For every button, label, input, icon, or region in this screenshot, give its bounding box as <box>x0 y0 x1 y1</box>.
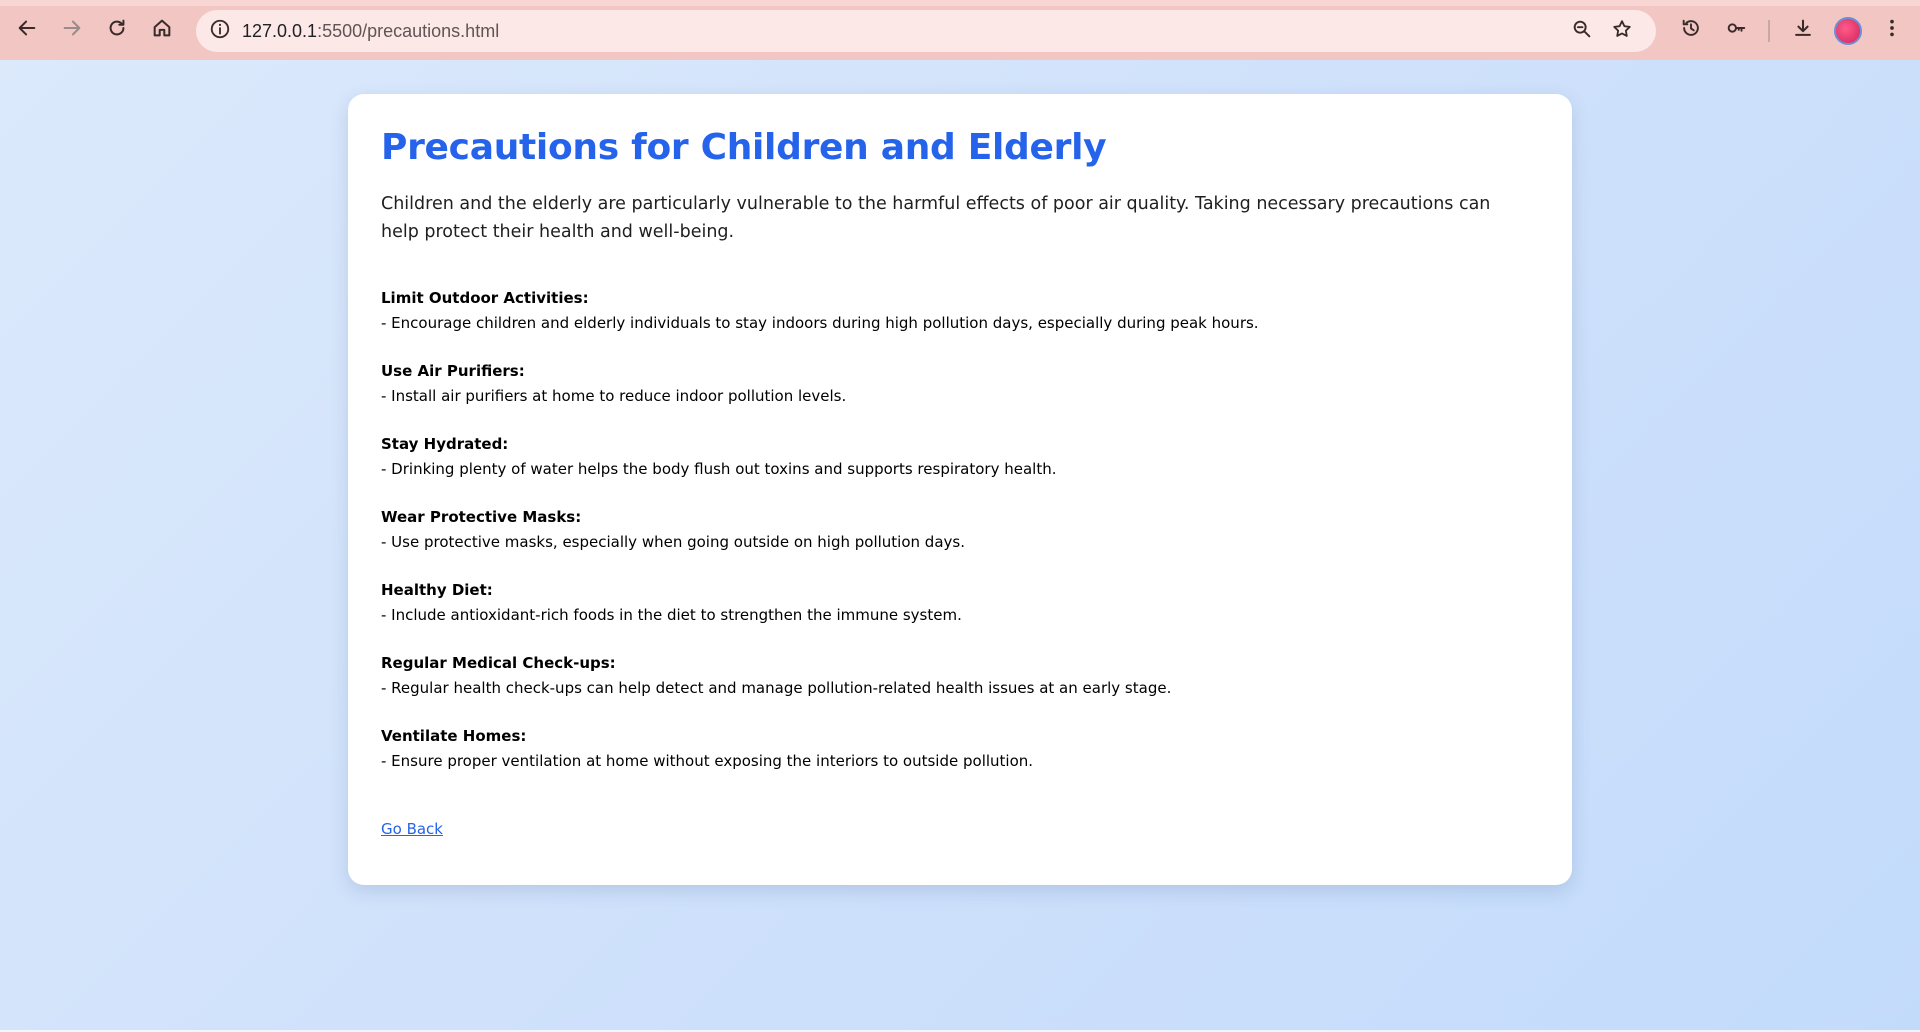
tip-item: Wear Protective Masks: - Use protective … <box>381 505 1539 555</box>
tip-title: Stay Hydrated: <box>381 435 509 453</box>
intro-paragraph: Children and the elderly are particularl… <box>381 194 1491 242</box>
tip-text: - Regular health check-ups can help dete… <box>381 679 1172 697</box>
tip-text: - Ensure proper ventilation at home with… <box>381 752 1034 770</box>
back-button[interactable] <box>10 13 44 47</box>
tab-strip-edge <box>0 0 1920 6</box>
tip-item: Healthy Diet: - Include antioxidant-rich… <box>381 578 1539 628</box>
page-title: Precautions for Children and Elderly <box>381 127 1107 168</box>
arrow-right-icon <box>61 17 83 44</box>
downloads-button[interactable] <box>1786 13 1820 47</box>
tip-item: Stay Hydrated: - Drinking plenty of wate… <box>381 432 1539 482</box>
tip-item: Use Air Purifiers: - Install air purifie… <box>381 359 1539 409</box>
tip-text: - Install air purifiers at home to reduc… <box>381 387 847 405</box>
tip-text: - Encourage children and elderly individ… <box>381 314 1259 332</box>
key-icon <box>1725 17 1747 44</box>
profile-avatar[interactable] <box>1834 17 1862 45</box>
arrow-left-icon <box>16 17 38 44</box>
tip-text: - Include antioxidant-rich foods in the … <box>381 606 962 624</box>
tip-title: Use Air Purifiers: <box>381 362 525 380</box>
tip-title: Ventilate Homes: <box>381 727 527 745</box>
home-icon <box>151 17 173 44</box>
tip-item: Ventilate Homes: - Ensure proper ventila… <box>381 724 1539 774</box>
tip-text: - Drinking plenty of water helps the bod… <box>381 460 1057 478</box>
precautions-card: Precautions for Children and Elderly Chi… <box>348 94 1572 885</box>
tips-list: Limit Outdoor Activities: - Encourage ch… <box>381 286 1539 774</box>
passwords-button[interactable] <box>1719 13 1753 47</box>
site-info-button[interactable] <box>204 15 236 47</box>
reload-icon <box>106 17 128 44</box>
url-host: 127.0.0.1 <box>242 21 318 41</box>
history-icon <box>1680 17 1702 44</box>
page-viewport: Precautions for Children and Elderly Chi… <box>0 60 1920 1032</box>
kebab-menu-icon <box>1881 17 1903 44</box>
browser-menu-button[interactable] <box>1875 13 1909 47</box>
bookmark-button[interactable] <box>1606 15 1638 47</box>
tip-title: Healthy Diet: <box>381 581 493 599</box>
reload-button[interactable] <box>100 13 134 47</box>
zoom-button[interactable] <box>1566 15 1598 47</box>
url-text[interactable]: 127.0.0.1:5500/precautions.html <box>242 10 499 52</box>
address-bar[interactable]: 127.0.0.1:5500/precautions.html <box>196 10 1656 52</box>
tip-item: Regular Medical Check-ups: - Regular hea… <box>381 651 1539 701</box>
info-icon <box>209 18 231 45</box>
tip-item: Limit Outdoor Activities: - Encourage ch… <box>381 286 1539 336</box>
history-button[interactable] <box>1674 13 1708 47</box>
tip-title: Limit Outdoor Activities: <box>381 289 589 307</box>
url-path: :5500/precautions.html <box>317 21 500 41</box>
star-icon <box>1611 18 1633 45</box>
browser-toolbar: 127.0.0.1:5500/precautions.html <box>0 0 1920 60</box>
zoom-icon <box>1571 18 1593 45</box>
toolbar-divider <box>1768 20 1770 42</box>
tip-title: Wear Protective Masks: <box>381 508 582 526</box>
tip-text: - Use protective masks, especially when … <box>381 533 965 551</box>
forward-button[interactable] <box>55 13 89 47</box>
download-icon <box>1792 17 1814 44</box>
home-button[interactable] <box>145 13 179 47</box>
go-back-link[interactable]: Go Back <box>381 820 443 838</box>
tip-title: Regular Medical Check-ups: <box>381 654 616 672</box>
